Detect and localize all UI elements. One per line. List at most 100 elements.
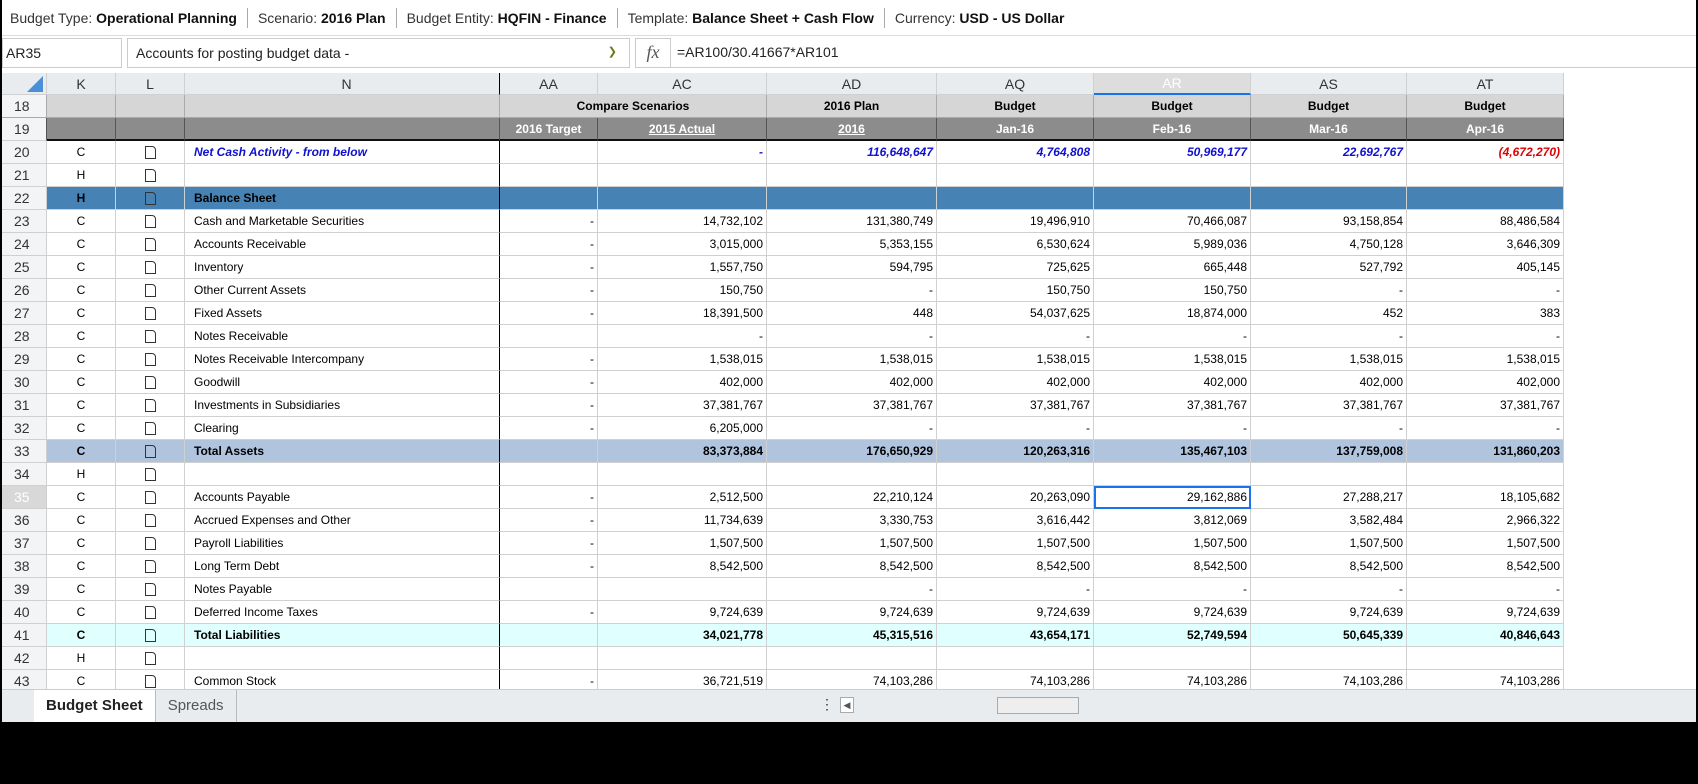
cell-as[interactable]: 8,542,500 — [1251, 555, 1407, 578]
row-header[interactable]: 41 — [2, 624, 47, 647]
cell-k[interactable]: C — [47, 578, 116, 601]
document-icon[interactable] — [144, 145, 156, 159]
cell-as[interactable]: 527,792 — [1251, 256, 1407, 279]
cell-ad[interactable]: 45,315,516 — [767, 624, 937, 647]
document-icon[interactable] — [144, 582, 156, 596]
row-header[interactable]: 30 — [2, 371, 47, 394]
cell-aq[interactable]: 1,507,500 — [937, 532, 1094, 555]
cell-aa[interactable]: - — [500, 532, 598, 555]
cell-at[interactable]: (4,672,270) — [1407, 141, 1564, 164]
cell-aq[interactable]: 3,616,442 — [937, 509, 1094, 532]
cell-l[interactable] — [116, 187, 185, 210]
cell-ad[interactable] — [767, 647, 937, 670]
row-header[interactable]: 29 — [2, 348, 47, 371]
cell-l[interactable] — [116, 302, 185, 325]
cell-aa[interactable]: - — [500, 371, 598, 394]
row-header[interactable]: 37 — [2, 532, 47, 555]
cell-at[interactable]: 8,542,500 — [1407, 555, 1564, 578]
cell-aa[interactable]: - — [500, 486, 598, 509]
row-header[interactable]: 35 — [2, 486, 47, 509]
spreadsheet-grid[interactable]: K L N AA AC AD AQ AR AS AT 18 Compare Sc… — [2, 73, 1696, 689]
cell-ac[interactable]: 11,734,639 — [598, 509, 767, 532]
col-header-aa[interactable]: AA — [500, 73, 598, 95]
cell-account-name[interactable]: Investments in Subsidiaries — [185, 394, 500, 417]
col-header-ad[interactable]: AD — [767, 73, 937, 95]
cell-ac[interactable] — [598, 578, 767, 601]
cell-ar[interactable]: 1,507,500 — [1094, 532, 1251, 555]
cell-l[interactable] — [116, 141, 185, 164]
horizontal-scrollbar[interactable]: ⋮ ◀ — [820, 696, 1580, 714]
cell-l[interactable] — [116, 486, 185, 509]
document-icon[interactable] — [144, 375, 156, 389]
row-header[interactable]: 33 — [2, 440, 47, 463]
cell-aq[interactable]: 37,381,767 — [937, 394, 1094, 417]
cell-l[interactable] — [116, 463, 185, 486]
cell-as[interactable]: 1,507,500 — [1251, 532, 1407, 555]
cell-aa[interactable]: - — [500, 555, 598, 578]
cell-ar[interactable]: 150,750 — [1094, 279, 1251, 302]
cell-l[interactable] — [116, 279, 185, 302]
document-icon[interactable] — [144, 260, 156, 274]
cell-aq[interactable] — [937, 463, 1094, 486]
row-header[interactable]: 28 — [2, 325, 47, 348]
cell-aq[interactable]: 725,625 — [937, 256, 1094, 279]
cell-account-name[interactable]: Other Current Assets — [185, 279, 500, 302]
cell-l[interactable] — [116, 325, 185, 348]
cell-as[interactable]: 37,381,767 — [1251, 394, 1407, 417]
cell-ac[interactable] — [598, 187, 767, 210]
cell-account-name[interactable]: Total Assets — [185, 440, 500, 463]
cell-ac[interactable]: 34,021,778 — [598, 624, 767, 647]
cell-ac[interactable]: 402,000 — [598, 371, 767, 394]
ctx-scenario[interactable]: Scenario: 2016 Plan — [248, 7, 397, 28]
cell-ad[interactable] — [767, 164, 937, 187]
cell-k[interactable]: C — [47, 371, 116, 394]
scroll-thumb[interactable] — [997, 697, 1079, 714]
cell-ar[interactable] — [1094, 463, 1251, 486]
cell-ad[interactable]: - — [767, 417, 937, 440]
cell-as[interactable]: 3,582,484 — [1251, 509, 1407, 532]
cell-k[interactable]: C — [47, 486, 116, 509]
cell-as[interactable]: - — [1251, 325, 1407, 348]
cell-as[interactable]: 27,288,217 — [1251, 486, 1407, 509]
cell-k[interactable]: C — [47, 141, 116, 164]
cell-ac[interactable]: 1,538,015 — [598, 348, 767, 371]
cell-aa[interactable]: - — [500, 509, 598, 532]
cell-ad[interactable] — [767, 187, 937, 210]
cell-account-name[interactable] — [185, 647, 500, 670]
cell-ac[interactable]: 18,391,500 — [598, 302, 767, 325]
cell-ar[interactable]: 5,989,036 — [1094, 233, 1251, 256]
cell-l[interactable] — [116, 624, 185, 647]
cell-k[interactable]: C — [47, 256, 116, 279]
cell-aq[interactable]: - — [937, 578, 1094, 601]
scroll-left-icon[interactable]: ◀ — [840, 697, 854, 713]
cell-ar[interactable]: 3,812,069 — [1094, 509, 1251, 532]
document-icon[interactable] — [144, 467, 156, 481]
cell-aq[interactable]: 74,103,286 — [937, 670, 1094, 689]
document-icon[interactable] — [144, 214, 156, 228]
row-header[interactable]: 19 — [2, 118, 47, 141]
cell-ac[interactable] — [598, 647, 767, 670]
cell-ac[interactable]: 36,721,519 — [598, 670, 767, 689]
document-icon[interactable] — [144, 329, 156, 343]
cell-k[interactable]: H — [47, 164, 116, 187]
cell-at[interactable]: 9,724,639 — [1407, 601, 1564, 624]
cell-aa[interactable]: - — [500, 256, 598, 279]
cell-as[interactable] — [1251, 463, 1407, 486]
cell-aa[interactable]: - — [500, 302, 598, 325]
cell-k[interactable]: C — [47, 532, 116, 555]
document-icon[interactable] — [144, 628, 156, 642]
cell-ad[interactable]: 131,380,749 — [767, 210, 937, 233]
cell-at[interactable]: 402,000 — [1407, 371, 1564, 394]
cell-aa[interactable] — [500, 624, 598, 647]
cell-aa[interactable]: - — [500, 348, 598, 371]
row-header[interactable]: 26 — [2, 279, 47, 302]
cell-account-name[interactable]: Accounts Payable — [185, 486, 500, 509]
cell-aa[interactable]: - — [500, 417, 598, 440]
document-icon[interactable] — [144, 306, 156, 320]
document-icon[interactable] — [144, 513, 156, 527]
document-icon[interactable] — [144, 398, 156, 412]
cell-aq[interactable]: 19,496,910 — [937, 210, 1094, 233]
cell-at[interactable]: - — [1407, 578, 1564, 601]
function-icon[interactable]: fx — [635, 38, 671, 68]
cell-ac[interactable]: 14,732,102 — [598, 210, 767, 233]
